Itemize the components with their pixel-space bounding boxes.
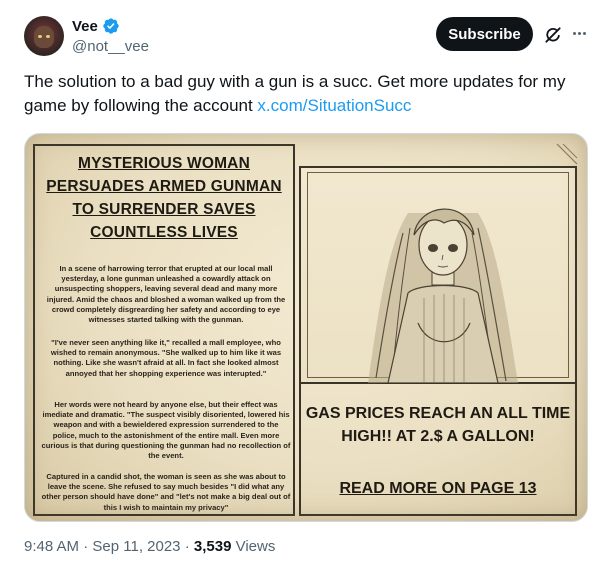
grok-icon[interactable] — [543, 25, 563, 45]
post: Vee @not__vee Subscribe The solution to … — [0, 0, 610, 572]
post-time[interactable]: 9:48 AM — [24, 538, 79, 555]
article-paragraph-2: "I've never seen anything like it," reca… — [50, 338, 282, 378]
views-label: Views — [235, 538, 276, 555]
article-paragraph-1: In a scene of harrowing terror that erup… — [46, 264, 286, 325]
gas-prices-headline: GAS PRICES REACH AN ALL TIME HIGH!! AT 2… — [305, 405, 571, 445]
avatar-eye-right — [46, 35, 50, 38]
page-curl-icon — [556, 143, 578, 165]
author-handle[interactable]: @not__vee — [72, 38, 149, 55]
views-count: 3,539 — [193, 538, 232, 555]
meta-separator: · — [83, 538, 89, 555]
article-paragraph-4: Captured in a candid shot, the woman is … — [41, 472, 291, 512]
author-name-row: Vee — [72, 17, 120, 35]
newspaper-side-story: GAS PRICES REACH AN ALL TIME HIGH!! AT 2… — [299, 384, 577, 516]
subscribe-button[interactable]: Subscribe — [436, 17, 533, 51]
tweet-link[interactable]: x.com/SituationSucc — [257, 96, 411, 115]
verified-badge-icon — [103, 18, 119, 34]
meta-separator-2: · — [184, 538, 190, 555]
newspaper-headline: MYSTERIOUS WOMAN PERSUADES ARMED GUNMAN … — [46, 155, 282, 241]
photo-inner-border — [307, 172, 569, 383]
tweet-text: The solution to a bad guy with a gun is … — [24, 70, 594, 118]
post-metadata: 9:48 AM · Sep 11, 2023 · 3,539 Views — [24, 538, 275, 555]
read-more-text: READ MORE ON PAGE 13 — [339, 480, 537, 497]
avatar-face — [34, 26, 54, 48]
avatar-eye-left — [38, 35, 42, 38]
author-display-name[interactable]: Vee — [72, 18, 98, 35]
tweet-image[interactable]: MYSTERIOUS WOMAN PERSUADES ARMED GUNMAN … — [24, 133, 588, 522]
dot-1 — [572, 31, 576, 35]
newspaper-main-article: MYSTERIOUS WOMAN PERSUADES ARMED GUNMAN … — [33, 144, 295, 516]
dot-2 — [577, 31, 581, 35]
dot-3 — [582, 31, 586, 35]
woman-portrait-sketch — [368, 208, 518, 383]
more-options-icon[interactable] — [568, 22, 590, 44]
article-paragraph-3: Her words were not heard by anyone else,… — [41, 400, 291, 461]
post-date[interactable]: Sep 11, 2023 — [92, 538, 180, 555]
newspaper-photo-frame — [299, 166, 577, 384]
avatar[interactable] — [24, 16, 64, 56]
